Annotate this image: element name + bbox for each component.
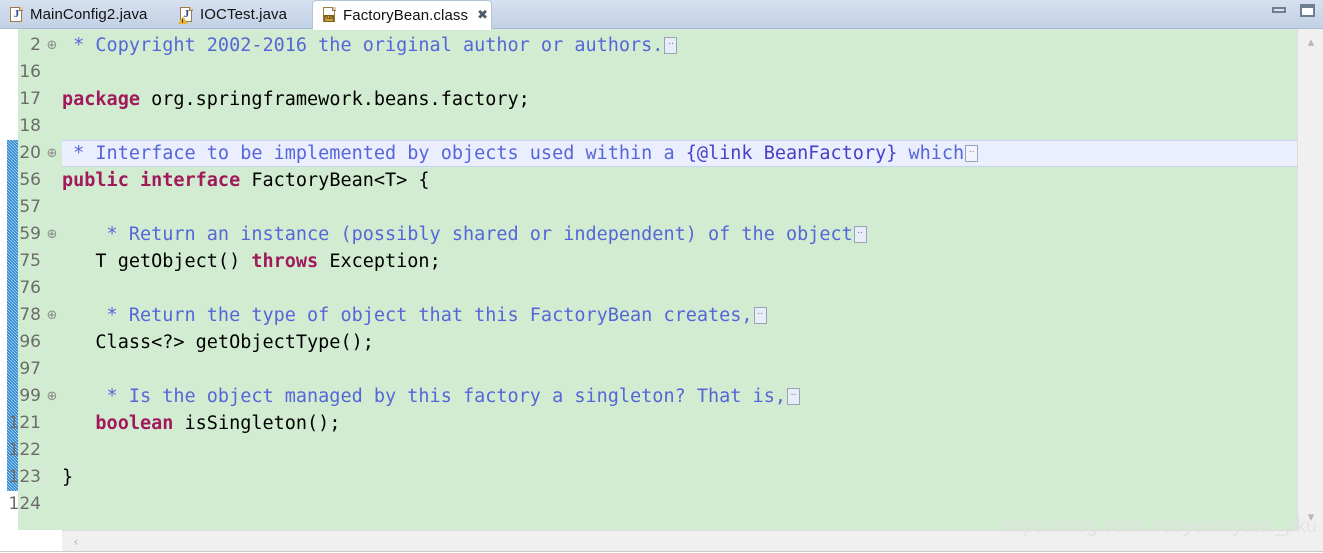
javadoc-token: * Is the object managed by this factory … <box>62 386 786 407</box>
keyword-token: boolean <box>62 413 174 434</box>
code-token: Exception; <box>318 251 441 272</box>
javadoc-token: which <box>897 143 965 164</box>
line-number-gutter[interactable]: 2 ⊕ 16 17 18 20 ⊕ 56 57 59 ⊕ 75 76 78 ⊕ 96 97 99 ⊕ 121 122 12… <box>9 29 63 530</box>
code-token: isSingleton(); <box>173 413 341 434</box>
code-line[interactable]: boolean isSingleton(); <box>62 410 340 437</box>
window-controls <box>1271 3 1316 18</box>
editor-left-edge <box>0 29 7 530</box>
keyword-token: package <box>62 89 140 110</box>
line-number: 20 <box>19 143 41 163</box>
tab-label: MainConfig2.java <box>30 6 148 23</box>
tab-label: IOCTest.java <box>200 6 288 23</box>
code-line[interactable]: * Return the type of object that this Fa… <box>62 302 767 329</box>
close-icon[interactable]: ✖ <box>477 9 488 22</box>
editor-tab-3[interactable]: 010 FactoryBean.class ✖ <box>312 0 492 30</box>
keyword-token: throws <box>251 251 319 272</box>
fold-expand-icon[interactable]: ⊕ <box>45 221 59 248</box>
code-line[interactable]: T getObject() throws Exception; <box>62 248 441 275</box>
code-line-current[interactable]: * Interface to be implemented by objects… <box>62 140 1297 167</box>
editor-tab-1[interactable]: J MainConfig2.java <box>0 0 163 29</box>
line-number: 56 <box>19 170 41 190</box>
javadoc-link-token: {@link BeanFactory} <box>685 143 898 164</box>
javadoc-token: * Copyright 2002-2016 the original autho… <box>62 35 664 56</box>
code-line[interactable]: public interface FactoryBean<T> { <box>62 167 430 194</box>
line-number: 96 <box>19 332 41 352</box>
code-line[interactable]: * Is the object managed by this factory … <box>62 383 800 410</box>
collapsed-fold-box-icon[interactable]: .. <box>786 388 800 405</box>
line-number: 122 <box>8 440 41 460</box>
line-number: 17 <box>19 89 41 109</box>
line-number: 59 <box>19 224 41 244</box>
code-line[interactable]: Class<?> getObjectType(); <box>62 329 374 356</box>
javadoc-token: * Return the type of object that this Fa… <box>62 305 753 326</box>
line-number: 99 <box>19 386 41 406</box>
code-text-area[interactable]: * Copyright 2002-2016 the original autho… <box>62 29 1297 530</box>
line-number: 124 <box>8 494 41 514</box>
maximize-button[interactable] <box>1299 3 1316 18</box>
scroll-left-arrow-icon[interactable]: ‹ <box>64 531 88 553</box>
fold-expand-icon[interactable]: ⊕ <box>45 383 59 410</box>
code-token: org.springframework.beans.factory; <box>139 89 530 110</box>
scroll-down-arrow-icon[interactable]: ▾ <box>1298 506 1323 528</box>
collapsed-fold-box-icon[interactable]: .. <box>853 226 867 243</box>
collapsed-fold-box-icon[interactable]: .. <box>753 307 767 324</box>
line-number: 121 <box>8 413 41 433</box>
collapsed-fold-box-icon[interactable]: .. <box>965 145 979 162</box>
class-file-icon: 010 <box>322 7 337 23</box>
line-number: 2 <box>30 35 41 55</box>
line-number: 78 <box>19 305 41 325</box>
line-number: 57 <box>19 197 41 217</box>
keyword-token: public interface <box>62 170 241 191</box>
vertical-scrollbar[interactable]: ▴ ▾ <box>1297 29 1323 530</box>
line-number: 18 <box>19 116 41 136</box>
code-line[interactable]: * Return an instance (possibly shared or… <box>62 221 867 248</box>
code-token: Class<?> getObjectType(); <box>62 332 374 353</box>
fold-expand-icon[interactable]: ⊕ <box>45 302 59 329</box>
line-number: 75 <box>19 251 41 271</box>
java-file-warning-icon: J <box>178 6 194 24</box>
tab-label: FactoryBean.class <box>343 6 469 24</box>
code-line[interactable]: * Copyright 2002-2016 the original autho… <box>62 32 678 59</box>
line-number: 76 <box>19 278 41 298</box>
code-token: } <box>62 467 74 488</box>
minimize-button[interactable] <box>1271 3 1288 18</box>
javadoc-token: * Interface to be implemented by objects… <box>62 143 686 164</box>
code-editor[interactable]: 2 ⊕ 16 17 18 20 ⊕ 56 57 59 ⊕ 75 76 78 ⊕ 96 97 99 ⊕ 121 122 12… <box>0 29 1323 552</box>
code-line[interactable]: package org.springframework.beans.factor… <box>62 86 530 113</box>
fold-expand-icon[interactable]: ⊕ <box>45 32 59 59</box>
maximize-icon-bar <box>1300 4 1315 8</box>
code-token: T getObject() <box>62 251 252 272</box>
eclipse-editor-window: J MainConfig2.java J IOCTest.java 010 Factory… <box>0 0 1323 552</box>
javadoc-token: * Return an instance (possibly shared or… <box>62 224 853 245</box>
scroll-up-arrow-icon[interactable]: ▴ <box>1298 31 1323 53</box>
editor-tab-bar: J MainConfig2.java J IOCTest.java 010 Factory… <box>0 0 1323 30</box>
code-token: FactoryBean<T> { <box>240 170 430 191</box>
scrollbar-corner-left <box>0 530 62 552</box>
code-line[interactable]: } <box>62 464 73 491</box>
scrollbar-corner-right <box>1297 530 1323 552</box>
line-number: 123 <box>8 467 41 487</box>
collapsed-fold-box-icon[interactable]: .. <box>664 37 678 54</box>
line-number: 16 <box>19 62 41 82</box>
java-file-icon: J <box>9 6 24 23</box>
fold-expand-icon[interactable]: ⊕ <box>45 140 59 167</box>
editor-tab-2[interactable]: J IOCTest.java <box>170 0 306 29</box>
horizontal-scrollbar[interactable]: ‹ <box>62 530 1297 552</box>
minimize-icon <box>1272 7 1286 13</box>
line-number: 97 <box>19 359 41 379</box>
